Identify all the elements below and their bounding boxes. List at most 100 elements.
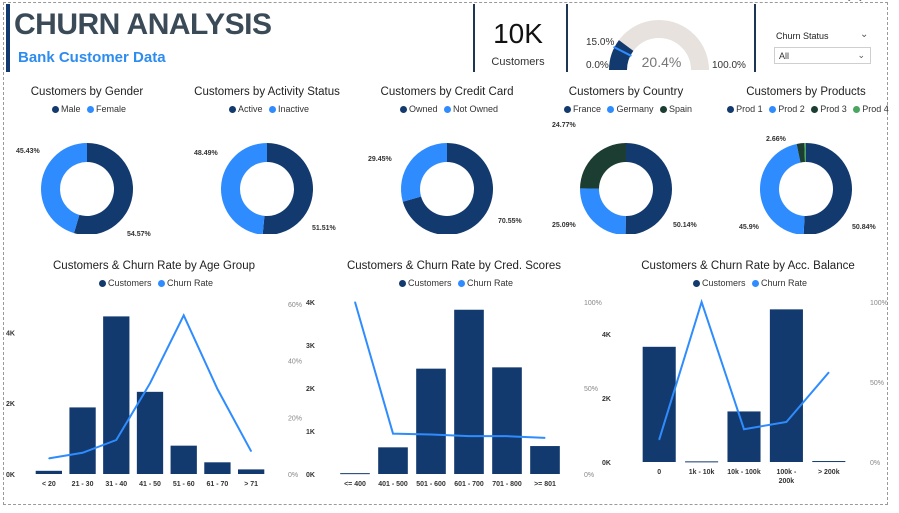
chart-legend: Owned Not Owned <box>362 104 532 114</box>
x-tick-label: 10k - 100k <box>727 469 761 476</box>
bar-customers[interactable] <box>237 469 265 474</box>
bar-customers[interactable] <box>136 391 164 474</box>
line-point-churn-rate <box>468 435 470 437</box>
x-tick-label: 501 - 600 <box>416 481 446 488</box>
donut-slice-germany[interactable] <box>580 188 626 234</box>
legend-label: Churn Rate <box>467 278 514 288</box>
bar-customers[interactable] <box>492 367 522 474</box>
y-tick-label: 3K <box>306 343 315 350</box>
header-divider <box>473 4 475 72</box>
bar-customers[interactable] <box>454 309 484 474</box>
kpi-label: Customers <box>491 56 545 68</box>
slice-label: 24.77% <box>552 122 576 129</box>
legend-label: France <box>572 104 601 114</box>
chart-title: Customers by Country <box>568 86 684 98</box>
donut-svg <box>580 143 673 234</box>
donut-slice-not-owned[interactable] <box>401 143 447 202</box>
kpi-value: 10K <box>493 18 543 49</box>
legend-swatch <box>444 106 451 113</box>
y2-tick-label: 40% <box>288 359 302 366</box>
y-tick-label: 0K <box>6 472 15 479</box>
donut-slice-prod-2[interactable] <box>760 143 805 234</box>
chart-legend: Active Inactive <box>182 104 352 114</box>
y2-tick-label: 60% <box>288 302 302 309</box>
bar-customers[interactable] <box>530 446 560 474</box>
chart-legend: Customers Churn Rate <box>600 278 896 288</box>
legend-label: Not Owned <box>453 104 499 114</box>
churn-status-dropdown[interactable]: All ⌄ <box>774 47 871 64</box>
slice-label: 29.45% <box>368 156 392 163</box>
donut-slice-inactive[interactable] <box>221 143 267 234</box>
y-tick-label: 1K <box>306 429 315 436</box>
legend-label: Owned <box>408 104 438 114</box>
legend-swatch <box>98 280 106 287</box>
donut-svg <box>221 143 313 234</box>
legend-label: Inactive <box>278 104 310 114</box>
bar-customers[interactable] <box>170 445 197 474</box>
legend-swatch <box>269 106 276 113</box>
bar-customers[interactable] <box>35 470 63 474</box>
line-point-churn-rate <box>183 314 185 316</box>
donut-svg <box>760 143 852 234</box>
x-tick-label: 21 - 30 <box>72 481 94 488</box>
chart-title: Customers by Products <box>746 86 866 98</box>
bar-customers[interactable] <box>685 461 719 463</box>
legend-swatch <box>727 106 735 113</box>
x-tick-label: 100k - <box>776 469 797 476</box>
line-point-churn-rate <box>81 452 84 454</box>
bar-customers[interactable] <box>69 407 96 474</box>
legend-label: Male <box>60 104 81 114</box>
line-point-churn-rate <box>430 433 432 436</box>
chart-legend: Male Female <box>2 104 172 114</box>
y-tick-label: 2K <box>6 401 15 408</box>
slice-label: 45.43% <box>16 148 40 155</box>
gauge-value-label: 20.4% <box>641 54 682 70</box>
combo-svg: 0K1K2K3K4K0%50%100%<= 400 401 - 500 501 - … <box>306 300 602 488</box>
header-divider <box>754 4 756 72</box>
combo-chart-age-group: Customers & Churn Rate by Age Group Cust… <box>4 260 304 500</box>
y2-tick-label: 50% <box>584 386 598 393</box>
line-point-churn-rate <box>48 457 50 460</box>
line-point-churn-rate <box>392 432 394 435</box>
x-tick-label: 51 - 60 <box>173 481 195 488</box>
x-tick-label: >= 801 <box>534 481 556 488</box>
legend-swatch <box>660 106 668 113</box>
y2-tick-label: 50% <box>870 380 884 387</box>
gauge-target-label: 15.0% <box>586 37 615 48</box>
legend-label: Female <box>96 104 127 114</box>
donut-slice-spain[interactable] <box>580 143 626 189</box>
page-subtitle: Bank Customer Data <box>18 49 166 66</box>
x-tick-label: 701 - 800 <box>492 481 522 488</box>
bar-customers[interactable] <box>340 473 370 475</box>
donut-slice-prod-1[interactable] <box>803 143 852 234</box>
x-tick-label: 61 - 70 <box>207 481 229 488</box>
bar-customers[interactable] <box>204 462 231 474</box>
legend-swatch <box>811 106 819 113</box>
legend-label: Prod 4 <box>862 104 889 114</box>
donut-chart-credit-card: Customers by Credit Card Owned Not Owned… <box>362 86 532 234</box>
chevron-down-icon[interactable]: ⌄ <box>860 29 868 40</box>
bar-customers[interactable] <box>103 316 130 474</box>
line-point-churn-rate <box>828 371 830 373</box>
gauge-min-label: 0.0% <box>586 60 609 71</box>
bar-customers[interactable] <box>769 309 803 462</box>
slice-label: 25.09% <box>552 222 576 229</box>
y-tick-label: 2K <box>602 396 611 403</box>
donut-chart-products: Customers by Products Prod 1 Prod 2 Prod… <box>720 86 892 234</box>
y-tick-label: 0K <box>306 472 315 479</box>
combo-svg: 0K 2K 4K 0% 20% 40% 60% < 20 21 - 30 31 - 40 41 - … <box>6 302 302 488</box>
bar-customers[interactable] <box>378 447 408 474</box>
x-tick-label: 601 - 700 <box>454 481 484 488</box>
x-tick-label: > 71 <box>244 481 258 488</box>
donut-slice-active[interactable] <box>262 143 313 234</box>
slice-label: 2.66% <box>766 136 786 143</box>
legend-label: Customers <box>107 278 152 288</box>
line-point-churn-rate <box>701 301 703 303</box>
gauge-max-label: 100.0% <box>712 60 746 71</box>
bar-customers[interactable] <box>416 368 446 474</box>
bar-customers[interactable] <box>812 461 846 463</box>
more-options-icon[interactable]: ⌄ ⌄ <box>845 0 865 4</box>
chart-title: Customers & Churn Rate by Acc. Balance <box>641 260 855 272</box>
donut-slice-france[interactable] <box>625 143 673 234</box>
bar-customers[interactable] <box>727 411 761 462</box>
